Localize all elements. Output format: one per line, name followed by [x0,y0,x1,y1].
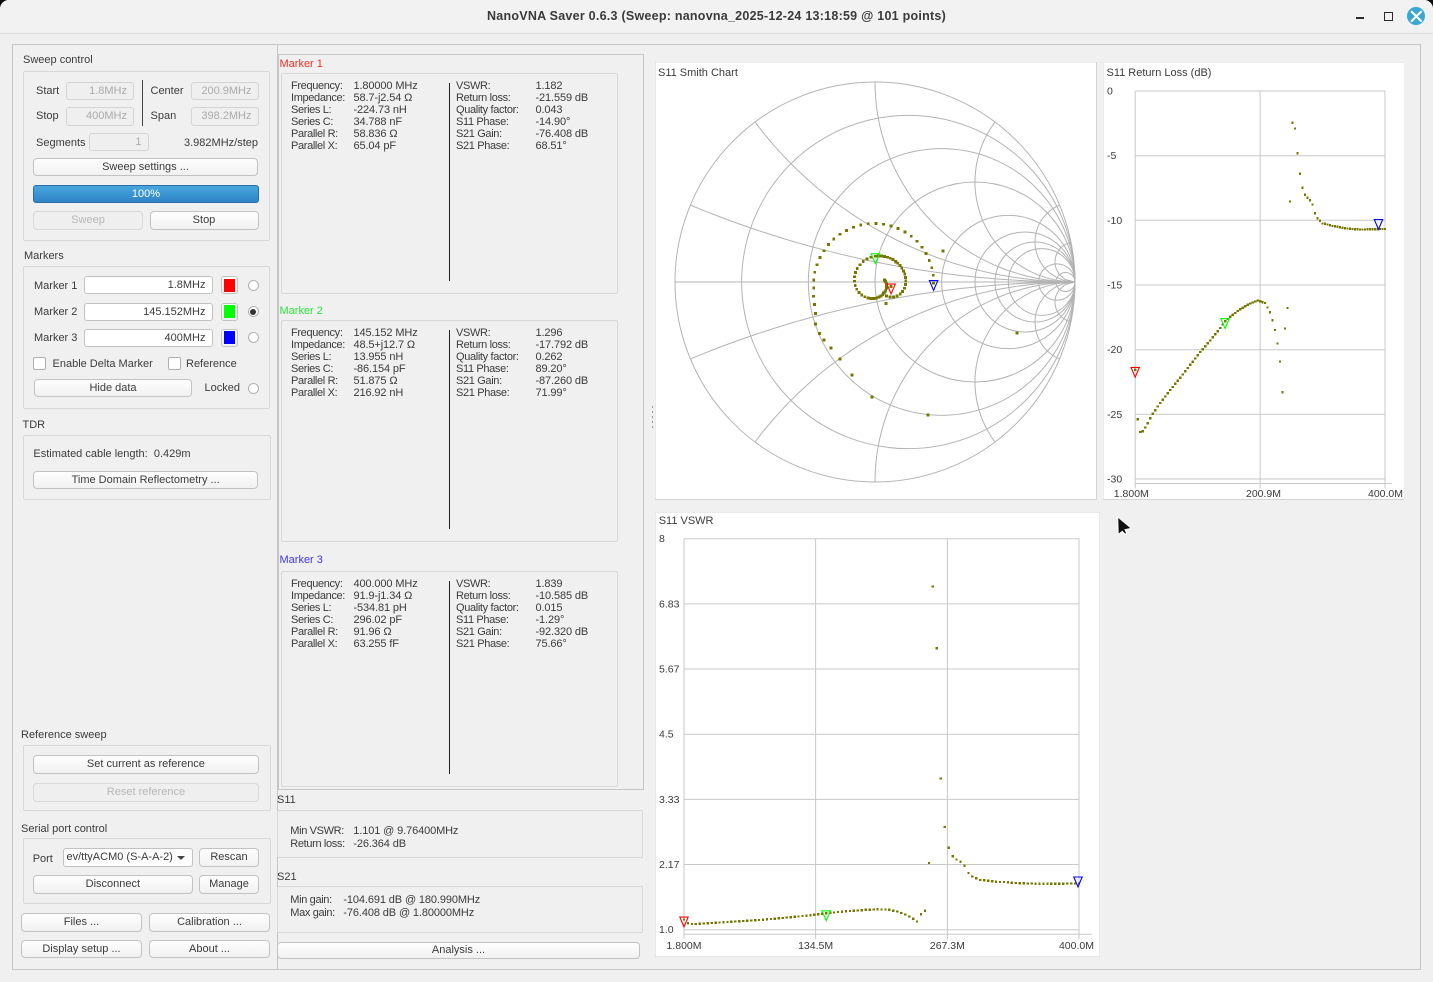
svg-text:-20: -20 [1107,344,1122,356]
svg-text:267.3M: 267.3M [930,940,965,952]
svg-text:8: 8 [659,533,665,545]
svg-text:4.5: 4.5 [659,729,674,741]
svg-text:0: 0 [1107,86,1113,98]
svg-text:-25: -25 [1107,409,1122,421]
svg-text:200.9M: 200.9M [1245,488,1280,500]
svg-text:400.0M: 400.0M [1367,488,1402,500]
svg-text:2.17: 2.17 [659,859,680,871]
svg-text:3.33: 3.33 [659,794,680,806]
svg-text:1.800M: 1.800M [1113,488,1148,500]
svg-text:-15: -15 [1107,280,1122,292]
svg-text:6.83: 6.83 [659,599,680,611]
svg-text:-10: -10 [1107,215,1122,227]
svg-text:1.0: 1.0 [659,924,674,936]
svg-text:400.0M: 400.0M [1059,940,1094,952]
svg-text:134.5M: 134.5M [798,940,833,952]
svg-text:1.800M: 1.800M [666,940,701,952]
svg-text:5.67: 5.67 [659,664,680,676]
svg-text:-5: -5 [1107,150,1116,162]
svg-text:-30: -30 [1107,474,1122,486]
